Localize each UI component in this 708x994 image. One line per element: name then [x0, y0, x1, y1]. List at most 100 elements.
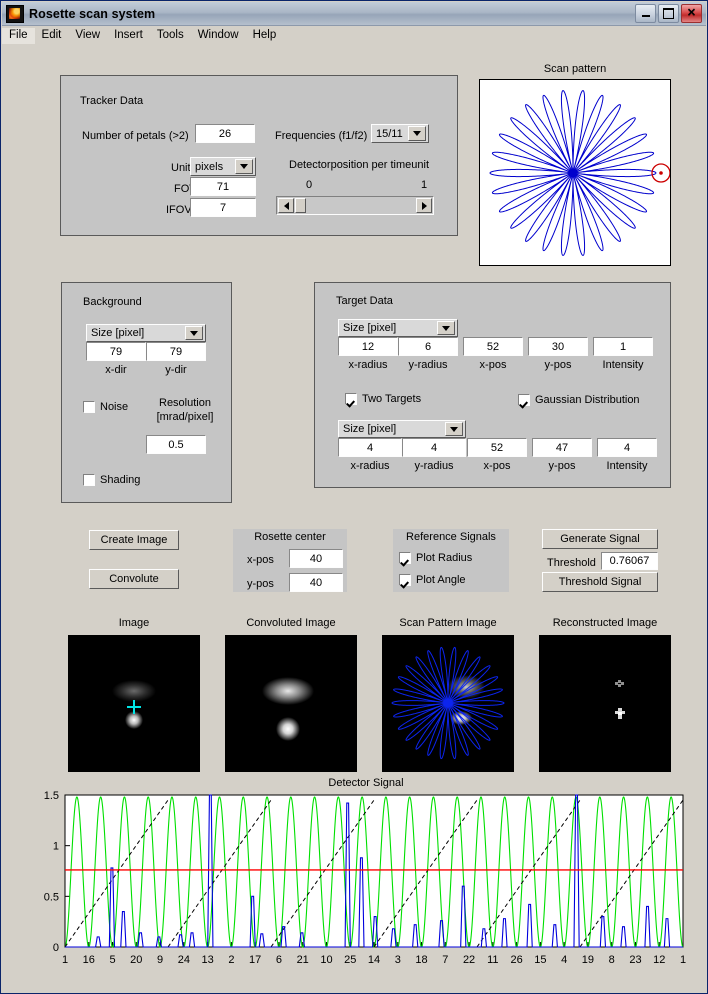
detector-position-slider[interactable] [276, 196, 434, 215]
two-targets-label: Two Targets [362, 393, 422, 405]
fov-input[interactable]: 71 [190, 177, 256, 196]
gaussian-distribution-checkbox[interactable]: Gaussian Distribution [518, 394, 640, 406]
threshold-signal-button[interactable]: Threshold Signal [542, 572, 658, 592]
rosette-center-y-input[interactable]: 40 [289, 573, 343, 592]
minimize-button[interactable] [635, 4, 656, 23]
detector-signal-title: Detector Signal [328, 777, 404, 789]
target1-x-radius-input[interactable]: 12 [338, 337, 398, 356]
checkbox-box [83, 401, 95, 413]
checkbox-box [399, 552, 411, 564]
checkbox-box [345, 393, 357, 405]
svg-text:24: 24 [178, 954, 190, 966]
maximize-button[interactable] [658, 4, 679, 23]
target2-y-radius-input[interactable]: 4 [402, 438, 466, 457]
target1-y-pos-input[interactable]: 30 [528, 337, 588, 356]
background-y-label: y-dir [165, 364, 187, 376]
slider-right-arrow-icon[interactable] [416, 198, 432, 213]
rosette-center-y-label: y-pos [247, 578, 274, 590]
chevron-down-icon [408, 126, 426, 141]
rosette-center-x-input[interactable]: 40 [289, 549, 343, 568]
close-button[interactable]: ✕ [681, 4, 702, 23]
chevron-down-icon [445, 422, 463, 436]
unit-value: pixels [195, 160, 224, 173]
create-image-button[interactable]: Create Image [89, 530, 179, 550]
target1-x-pos-label: x-pos [479, 359, 507, 371]
target2-y-radius-label: y-radius [414, 460, 454, 472]
menu-edit[interactable]: Edit [35, 28, 69, 44]
plot-angle-checkbox[interactable]: Plot Angle [399, 574, 466, 586]
svg-text:23: 23 [629, 954, 641, 966]
svg-text:7: 7 [442, 954, 448, 966]
shading-checkbox[interactable]: Shading [83, 474, 140, 486]
target1-y-radius-label: y-radius [408, 359, 448, 371]
background-x-input[interactable]: 79 [86, 342, 146, 361]
scan-pattern-axes[interactable] [479, 79, 671, 266]
noise-checkbox[interactable]: Noise [83, 401, 128, 413]
menu-help[interactable]: Help [246, 28, 284, 44]
svg-text:10: 10 [320, 954, 332, 966]
slider-max-label: 1 [421, 179, 428, 191]
tracker-data-panel: Tracker Data Number of petals (>2) 26 Fr… [60, 75, 458, 236]
target2-y-pos-input[interactable]: 47 [532, 438, 592, 457]
target2-y-pos-label: y-pos [548, 460, 576, 472]
tracker-data-title: Tracker Data [80, 95, 144, 107]
matlab-icon [6, 4, 24, 23]
target1-size-select[interactable]: Size [pixel] [338, 319, 458, 337]
reference-signals-title: Reference Signals [406, 531, 496, 543]
target2-x-radius-input[interactable]: 4 [338, 438, 402, 457]
window-controls: ✕ [635, 4, 706, 23]
slider-track[interactable] [306, 197, 415, 214]
menu-file[interactable]: File [2, 28, 35, 44]
target2-size-select[interactable]: Size [pixel] [338, 420, 466, 438]
detector-signal-axes[interactable]: 0 0.5 1 1.5 1 16 5 20 9 24 13 2 17 6 21 10 25 14 3 18 7 22 11… [21, 791, 689, 991]
convolute-button[interactable]: Convolute [89, 569, 179, 589]
frequencies-select[interactable]: 15/11 [371, 124, 429, 143]
target1-x-pos-input[interactable]: 52 [463, 337, 523, 356]
slider-left-arrow-icon[interactable] [278, 198, 294, 213]
svg-text:14: 14 [368, 954, 380, 966]
target2-intensity-input[interactable]: 4 [597, 438, 657, 457]
checkbox-box [399, 574, 411, 586]
background-title: Background [83, 296, 142, 308]
scan-pattern-image-axes[interactable] [382, 635, 514, 772]
reconstructed-image-axes-title: Reconstructed Image [552, 617, 658, 629]
target2-size-value: Size [pixel] [343, 423, 397, 435]
petals-input[interactable]: 26 [195, 124, 255, 143]
threshold-input[interactable]: 0.76067 [601, 552, 658, 570]
target1-size-value: Size [pixel] [343, 322, 397, 334]
reconstructed-image-axes[interactable] [539, 635, 671, 772]
image-axes[interactable] [68, 635, 200, 772]
resolution-input[interactable]: 0.5 [146, 435, 206, 454]
plot-radius-checkbox[interactable]: Plot Radius [399, 552, 472, 564]
threshold-label: Threshold [547, 557, 596, 569]
scan-pattern-plot [489, 90, 670, 256]
target1-y-radius-input[interactable]: 6 [398, 337, 458, 356]
svg-text:17: 17 [249, 954, 261, 966]
unit-select[interactable]: pixels [190, 157, 256, 176]
generate-signal-button[interactable]: Generate Signal [542, 529, 658, 549]
svg-text:2: 2 [228, 954, 234, 966]
target1-intensity-input[interactable]: 1 [593, 337, 653, 356]
menu-tools[interactable]: Tools [150, 28, 191, 44]
menu-view[interactable]: View [68, 28, 107, 44]
background-size-value: Size [pixel] [91, 327, 145, 339]
svg-text:6: 6 [276, 954, 282, 966]
background-y-input[interactable]: 79 [146, 342, 206, 361]
two-targets-checkbox[interactable]: Two Targets [345, 393, 421, 405]
slider-min-label: 0 [306, 179, 313, 191]
toolbar-strip [2, 47, 706, 55]
background-size-select[interactable]: Size [pixel] [86, 324, 206, 342]
noise-label: Noise [100, 401, 129, 413]
svg-text:1: 1 [53, 841, 59, 853]
petals-label: Number of petals (>2) [82, 130, 189, 142]
menu-window[interactable]: Window [191, 28, 246, 44]
svg-text:0.5: 0.5 [44, 891, 59, 903]
convoluted-image-axes[interactable] [225, 635, 357, 772]
resolution-label-line2: [mrad/pixel] [156, 411, 214, 423]
target2-x-pos-input[interactable]: 52 [467, 438, 527, 457]
chevron-down-icon [185, 326, 203, 340]
menu-insert[interactable]: Insert [107, 28, 150, 44]
slider-thumb[interactable] [295, 198, 306, 213]
ifov-input[interactable]: 7 [190, 198, 256, 217]
target1-x-radius-label: x-radius [348, 359, 388, 371]
